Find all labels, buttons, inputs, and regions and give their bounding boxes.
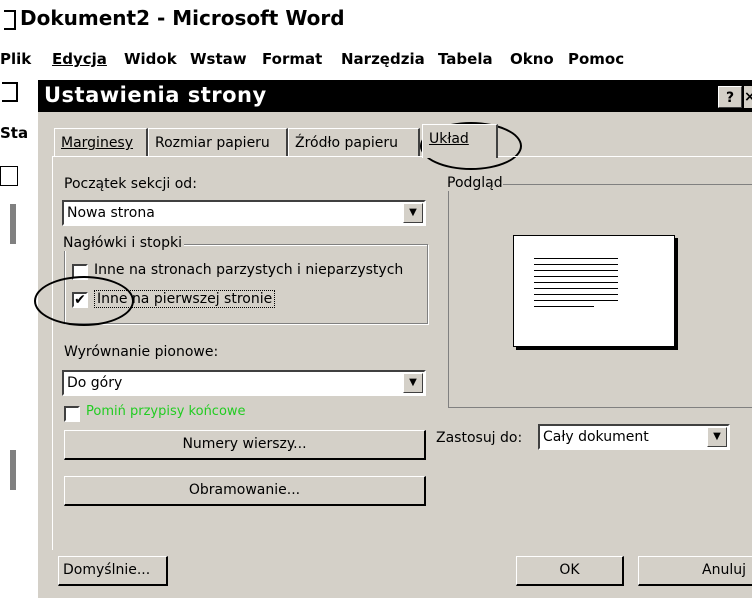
- preview-line: [534, 306, 594, 307]
- chevron-down-icon[interactable]: ▼: [403, 203, 423, 223]
- word-title-bar: Dokument2 - Microsoft Word: [0, 0, 752, 40]
- tab-zrodlo-papieru[interactable]: Źródło papieru: [288, 128, 420, 156]
- vertical-align-select[interactable]: Do góry ▼: [62, 370, 426, 396]
- menu-plik[interactable]: Plik: [0, 50, 31, 68]
- chevron-down-icon[interactable]: ▼: [403, 373, 423, 393]
- suppress-endnotes-checkbox[interactable]: [64, 406, 80, 422]
- ruler-mark: [10, 450, 16, 490]
- vertical-align-label: Wyrównanie pionowe:: [64, 344, 219, 360]
- apply-to-label: Zastosuj do:: [436, 430, 523, 446]
- preview-line: [534, 282, 618, 283]
- menu-widok[interactable]: Widok: [124, 50, 177, 68]
- ruler-mark: [10, 204, 16, 244]
- menu-bar: Plik Edycja Widok Wstaw Format Narzędzia…: [0, 44, 752, 74]
- section-start-label: Początek sekcji od:: [64, 176, 197, 192]
- menu-narzedzia[interactable]: Narzędzia: [341, 50, 425, 68]
- close-button[interactable]: ×: [744, 86, 752, 108]
- style-box-label: Sta: [0, 124, 29, 142]
- tab-uklad[interactable]: Układ: [422, 124, 498, 158]
- chevron-down-icon[interactable]: ▼: [707, 427, 727, 447]
- odd-even-label[interactable]: Inne na stronach parzystych i nieparzyst…: [94, 262, 403, 278]
- new-doc-icon[interactable]: [2, 82, 18, 102]
- menu-okno[interactable]: Okno: [510, 50, 554, 68]
- highlight-oval-checkbox: [34, 276, 134, 326]
- borders-button[interactable]: Obramowanie...: [64, 476, 426, 506]
- tab-label: Rozmiar papieru: [155, 135, 270, 151]
- tab-label: Układ: [429, 131, 469, 147]
- suppress-endnotes-label[interactable]: Pomiń przypisy końcowe: [86, 404, 246, 419]
- dialog-title: Ustawienia strony: [44, 83, 267, 107]
- menu-wstaw[interactable]: Wstaw: [190, 50, 247, 68]
- document-icon: [4, 10, 16, 30]
- apply-to-value: Cały dokument: [543, 429, 649, 445]
- default-button[interactable]: Domyślnie...: [58, 556, 168, 586]
- tab-marginesy[interactable]: Marginesy: [54, 128, 148, 156]
- ok-button[interactable]: OK: [516, 556, 624, 586]
- window-title: Dokument2 - Microsoft Word: [20, 6, 345, 30]
- tab-label: Źródło papieru: [295, 135, 398, 151]
- tab-label: Marginesy: [61, 135, 134, 151]
- preview-line: [534, 270, 618, 271]
- apply-to-select[interactable]: Cały dokument ▼: [538, 424, 730, 450]
- headers-footers-caption: Nagłówki i stopki: [63, 235, 184, 251]
- menu-tabela[interactable]: Tabela: [438, 50, 493, 68]
- tab-rozmiar-papieru[interactable]: Rozmiar papieru: [148, 128, 288, 156]
- preview-line: [534, 258, 618, 259]
- preview-page: [513, 235, 675, 347]
- preview-line: [534, 300, 618, 301]
- menu-pomoc[interactable]: Pomoc: [568, 50, 624, 68]
- style-dropdown[interactable]: [0, 166, 18, 186]
- preview-line: [534, 264, 618, 265]
- menu-edycja[interactable]: Edycja: [52, 50, 107, 68]
- vertical-align-value: Do góry: [67, 375, 123, 391]
- preview-line: [534, 276, 618, 277]
- section-start-select[interactable]: Nowa strona ▼: [62, 200, 426, 226]
- preview-line: [534, 288, 618, 289]
- cancel-button[interactable]: Anuluj: [638, 556, 752, 586]
- preview-line: [534, 294, 618, 295]
- page-setup-dialog: Ustawienia strony ? × Marginesy Rozmiar …: [34, 80, 752, 598]
- menu-format[interactable]: Format: [262, 50, 322, 68]
- line-numbers-button[interactable]: Numery wierszy...: [64, 430, 426, 460]
- help-button[interactable]: ?: [718, 86, 742, 108]
- preview-caption: Podgląd: [447, 175, 503, 191]
- dialog-title-bar: Ustawienia strony ? ×: [38, 80, 752, 112]
- section-start-value: Nowa strona: [67, 205, 155, 221]
- preview-group: Podgląd: [447, 175, 752, 408]
